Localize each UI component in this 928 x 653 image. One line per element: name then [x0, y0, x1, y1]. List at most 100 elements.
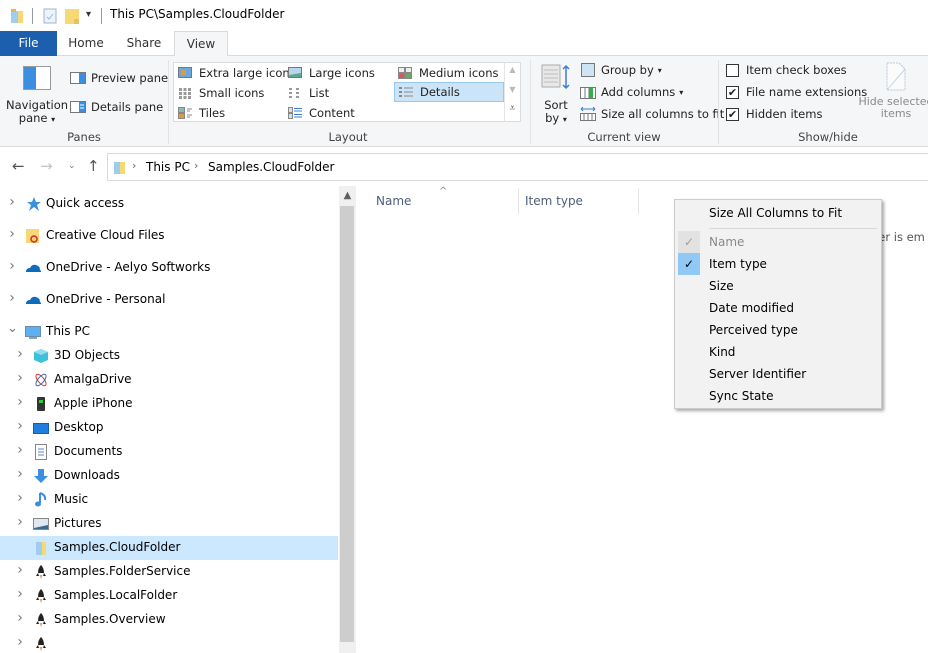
layout-option-label: Small icons: [199, 86, 265, 100]
chevron-right-icon[interactable]: ›: [15, 346, 25, 362]
menu-item-item-type[interactable]: ✓ Item type: [675, 253, 881, 275]
scrollbar-thumb[interactable]: [340, 206, 354, 642]
nav-tree-item[interactable]: › Pictures: [0, 512, 338, 536]
chevron-right-icon[interactable]: ›: [7, 258, 17, 274]
chevron-right-icon[interactable]: ›: [15, 586, 25, 602]
scroll-up-icon[interactable]: ▲: [339, 190, 356, 206]
nav-tree-item[interactable]: Samples.CloudFolder: [0, 536, 338, 560]
forward-arrow-icon[interactable]: →: [40, 157, 53, 175]
new-folder-icon[interactable]: [65, 8, 79, 24]
nav-tree-item[interactable]: › OneDrive - Personal: [0, 288, 338, 312]
navigation-pane-button[interactable]: Navigation pane ▾: [6, 62, 68, 126]
chevron-right-icon[interactable]: ›: [15, 562, 25, 578]
nav-tree-item[interactable]: › Desktop: [0, 416, 338, 440]
menu-item-kind[interactable]: Kind: [675, 341, 881, 363]
menu-item-date-modified[interactable]: Date modified: [675, 297, 881, 319]
hide-selected-items-button[interactable]: Hide selected items: [858, 62, 928, 126]
tab-share[interactable]: Share: [115, 31, 173, 56]
chevron-right-icon[interactable]: ›: [15, 514, 25, 530]
back-arrow-icon[interactable]: ←: [12, 157, 25, 175]
recent-locations-chevron-icon[interactable]: ⌄: [68, 161, 76, 171]
nav-tree-item[interactable]: › 3D Objects: [0, 344, 338, 368]
layout-details[interactable]: Details: [394, 82, 504, 102]
rocket-icon: [33, 612, 49, 628]
sort-by-button[interactable]: Sort by ▾: [537, 62, 575, 126]
nav-tree-item[interactable]: › Samples.LocalFolder: [0, 584, 338, 608]
nav-tree-item[interactable]: › Samples.Overview: [0, 608, 338, 632]
window-title: This PC\Samples.CloudFolder: [110, 7, 285, 21]
gallery-scroll-down-icon[interactable]: ▼: [505, 85, 520, 94]
layout-extra-large-icons[interactable]: Extra large icons: [174, 63, 296, 83]
chevron-right-icon[interactable]: ›: [15, 442, 25, 458]
preview-pane-label: Preview pane: [91, 71, 169, 85]
nav-tree-item[interactable]: › Documents: [0, 440, 338, 464]
item-check-boxes-checkbox[interactable]: [726, 63, 739, 77]
chevron-right-icon[interactable]: ›: [15, 418, 25, 434]
details-pane-button[interactable]: Details pane: [70, 97, 163, 117]
column-separator[interactable]: [638, 188, 639, 214]
properties-icon[interactable]: [43, 8, 57, 24]
layout-content[interactable]: Content: [284, 103, 355, 123]
chevron-right-icon[interactable]: ›: [7, 194, 17, 210]
nav-tree-item[interactable]: › Music: [0, 488, 338, 512]
chevron-right-icon[interactable]: ›: [15, 394, 25, 410]
chevron-right-icon[interactable]: ›: [7, 226, 17, 242]
nav-tree-item[interactable]: › OneDrive - Aelyo Softworks: [0, 256, 338, 280]
breadcrumb-separator-icon[interactable]: ›: [194, 159, 198, 172]
menu-item-perceived-type[interactable]: Perceived type: [675, 319, 881, 341]
chevron-down-icon[interactable]: ⌄: [7, 321, 18, 336]
chevron-right-icon[interactable]: ›: [15, 610, 25, 626]
layout-tiles[interactable]: Tiles: [174, 103, 225, 123]
up-arrow-icon[interactable]: ↑: [87, 157, 100, 175]
tab-home[interactable]: Home: [57, 31, 115, 56]
chevron-right-icon[interactable]: ›: [15, 634, 25, 650]
nav-tree-item[interactable]: ⌄ This PC: [0, 320, 338, 344]
hidden-items-checkbox[interactable]: ✔: [726, 107, 739, 121]
menu-item-size[interactable]: Size: [675, 275, 881, 297]
menu-item-server-identifier[interactable]: Server Identifier: [675, 363, 881, 385]
layout-list[interactable]: List: [284, 83, 329, 103]
customize-toolbar-icon[interactable]: ▾: [86, 9, 100, 25]
preview-pane-button[interactable]: Preview pane: [70, 68, 168, 88]
menu-item-sync-state[interactable]: Sync State: [675, 385, 881, 407]
breadcrumb-separator-icon[interactable]: ›: [132, 159, 136, 172]
file-name-extensions-toggle[interactable]: ✔ File name extensions: [726, 82, 867, 102]
size-all-columns-button[interactable]: Size all columns to fit: [580, 104, 724, 124]
menu-item-label: Size: [709, 279, 734, 293]
column-separator[interactable]: [518, 188, 519, 214]
details-pane-label: Details pane: [91, 100, 164, 114]
navigation-pane-scrollbar[interactable]: ▲: [339, 186, 356, 653]
add-columns-button[interactable]: Add columns ▾: [580, 82, 683, 102]
chevron-right-icon[interactable]: ›: [15, 466, 25, 482]
item-check-boxes-toggle[interactable]: Item check boxes: [726, 60, 847, 80]
nav-tree-item[interactable]: › Apple iPhone: [0, 392, 338, 416]
tab-view[interactable]: View: [174, 31, 228, 57]
menu-item-name[interactable]: ✓ Name: [675, 231, 881, 253]
gallery-scroll-up-icon[interactable]: ▲: [505, 65, 520, 74]
file-name-extensions-checkbox[interactable]: ✔: [726, 85, 739, 99]
menu-item-label: Date modified: [709, 301, 795, 315]
column-header-name[interactable]: Name: [376, 194, 411, 208]
nav-tree-item[interactable]: › Creative Cloud Files: [0, 224, 338, 248]
breadcrumb-current-folder[interactable]: Samples.CloudFolder: [208, 160, 334, 174]
chevron-right-icon[interactable]: ›: [15, 370, 25, 386]
breadcrumb-this-pc[interactable]: This PC: [146, 160, 190, 174]
tab-file[interactable]: File: [0, 31, 57, 56]
nav-tree-item[interactable]: › AmalgaDrive: [0, 368, 338, 392]
nav-tree-item[interactable]: › Downloads: [0, 464, 338, 488]
nav-tree-item-clipped[interactable]: ›: [0, 632, 338, 653]
group-by-button[interactable]: Group by ▾: [580, 60, 662, 80]
layout-large-icons[interactable]: Large icons: [284, 63, 375, 83]
chevron-right-icon[interactable]: ›: [15, 490, 25, 506]
column-header-item-type[interactable]: Item type: [525, 194, 583, 208]
layout-medium-icons[interactable]: Medium icons: [394, 63, 498, 83]
menu-item-size-all-columns[interactable]: Size All Columns to Fit: [675, 202, 881, 224]
gallery-expand-icon[interactable]: ⩡: [505, 103, 520, 114]
nav-tree-item[interactable]: › Samples.FolderService: [0, 560, 338, 584]
hidden-items-toggle[interactable]: ✔ Hidden items: [726, 104, 822, 124]
layout-small-icons[interactable]: Small icons: [174, 83, 264, 103]
address-bar[interactable]: › This PC › Samples.CloudFolder: [107, 153, 928, 181]
nav-tree-item[interactable]: › Quick access: [0, 192, 338, 216]
file-explorer-window: ▾ This PC\Samples.CloudFolder File Home …: [0, 0, 928, 653]
chevron-right-icon[interactable]: ›: [7, 290, 17, 306]
